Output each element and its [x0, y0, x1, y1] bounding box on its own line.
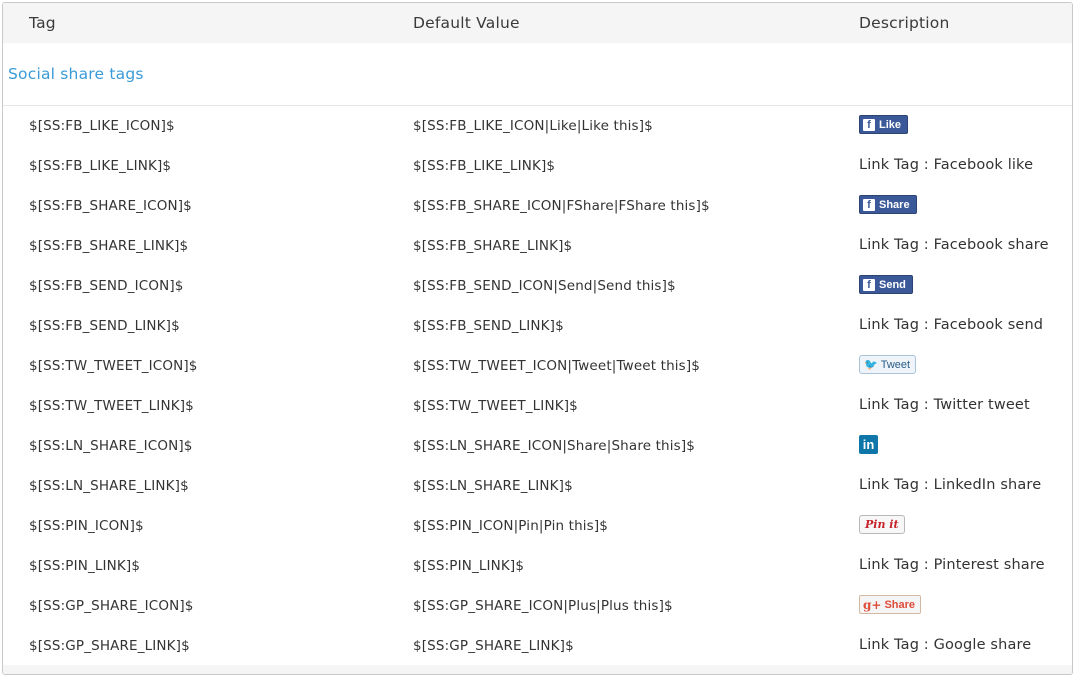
linkedin-icon[interactable]: in	[859, 435, 878, 454]
tag-cell: $[SS:FB_LIKE_ICON]$	[29, 118, 175, 134]
tag-cell: $[SS:FB_LIKE_LINK]$	[29, 158, 172, 174]
description-cell: Link Tag : Facebook share	[859, 237, 1049, 253]
badge-label: Like	[879, 118, 902, 131]
table-row: $[SS:GP_SHARE_ICON]$ $[SS:GP_SHARE_ICON|P…	[3, 586, 1072, 626]
table-row: $[SS:FB_SEND_ICON]$ $[SS:FB_SEND_ICON|Sen…	[3, 266, 1072, 306]
description-cell: Link Tag : Google share	[859, 637, 1032, 653]
default-value-cell: $[SS:PIN_LINK]$	[413, 558, 525, 574]
default-value-cell: $[SS:FB_SHARE_ICON|FShare|FShare this]$	[413, 198, 710, 214]
table-header: Tag Default Value Description	[3, 3, 1072, 43]
tag-cell: $[SS:TW_TWEET_LINK]$	[29, 398, 194, 414]
table-row: $[SS:TW_TWEET_LINK]$ $[SS:TW_TWEET_LINK]$…	[3, 386, 1072, 426]
table-row: $[SS:FB_SEND_LINK]$ $[SS:FB_SEND_LINK]$ Li…	[3, 306, 1072, 346]
badge-label: Tweet	[880, 358, 911, 371]
table-row: $[SS:GP_SHARE_LINK]$ $[SS:GP_SHARE_LINK]$…	[3, 626, 1072, 666]
default-value-cell: $[SS:FB_LIKE_ICON|Like|Like this]$	[413, 118, 653, 134]
section-title[interactable]: Social share tags	[8, 65, 144, 83]
default-value-cell: $[SS:LN_SHARE_LINK]$	[413, 478, 573, 494]
tag-cell: $[SS:FB_SHARE_LINK]$	[29, 238, 189, 254]
badge-label: Send	[879, 278, 906, 291]
column-header-tag: Tag	[29, 14, 56, 32]
table-row: $[SS:FB_SHARE_ICON]$ $[SS:FB_SHARE_ICON|F…	[3, 186, 1072, 226]
column-header-description: Description	[859, 14, 950, 32]
tag-cell: $[SS:PIN_LINK]$	[29, 558, 141, 574]
tag-cell: $[SS:FB_SHARE_ICON]$	[29, 198, 192, 214]
description-cell: Link Tag : LinkedIn share	[859, 477, 1042, 493]
table-row: $[SS:FB_LIKE_ICON]$ $[SS:FB_LIKE_ICON|Lik…	[3, 106, 1072, 146]
tag-cell: $[SS:PIN_ICON]$	[29, 518, 144, 534]
default-value-cell: $[SS:FB_SEND_LINK]$	[413, 318, 564, 334]
facebook-like-button[interactable]: f Like	[859, 115, 909, 134]
table-row: $[SS:FB_SHARE_LINK]$ $[SS:FB_SHARE_LINK]$…	[3, 226, 1072, 266]
table-row: $[SS:FB_LIKE_LINK]$ $[SS:FB_LIKE_LINK]$ Li…	[3, 146, 1072, 186]
facebook-send-button[interactable]: f Send	[859, 275, 913, 294]
table-row: $[SS:PIN_LINK]$ $[SS:PIN_LINK]$ Link Tag :…	[3, 546, 1072, 586]
twitter-bird-icon: 🐦	[864, 359, 878, 371]
google-plus-icon: g+	[863, 597, 882, 612]
default-value-cell: $[SS:TW_TWEET_LINK]$	[413, 398, 578, 414]
default-value-cell: $[SS:FB_SEND_ICON|Send|Send this]$	[413, 278, 676, 294]
pinterest-pinit-icon[interactable]: Pin it	[859, 515, 905, 534]
google-plus-share-button[interactable]: g+ Share	[859, 595, 922, 614]
tag-cell: $[SS:FB_SEND_LINK]$	[29, 318, 180, 334]
facebook-f-icon: f	[863, 198, 875, 211]
table-row: $[SS:TW_TWEET_ICON]$ $[SS:TW_TWEET_ICON|T…	[3, 346, 1072, 386]
table-footer	[3, 665, 1072, 674]
default-value-cell: $[SS:FB_SHARE_LINK]$	[413, 238, 573, 254]
table-row: $[SS:LN_SHARE_LINK]$ $[SS:LN_SHARE_LINK]$…	[3, 466, 1072, 506]
table-row: $[SS:PIN_ICON]$ $[SS:PIN_ICON|Pin|Pin thi…	[3, 506, 1072, 546]
column-header-default-value: Default Value	[413, 14, 520, 32]
tags-table: Tag Default Value Description Social sha…	[2, 2, 1073, 675]
default-value-cell: $[SS:PIN_ICON|Pin|Pin this]$	[413, 518, 609, 534]
description-cell: Link Tag : Facebook like	[859, 157, 1034, 173]
facebook-share-button[interactable]: f Share	[859, 195, 917, 214]
section-header: Social share tags	[3, 43, 1072, 106]
facebook-f-icon: f	[863, 278, 875, 291]
tag-cell: $[SS:FB_SEND_ICON]$	[29, 278, 184, 294]
table-row: $[SS:LN_SHARE_ICON]$ $[SS:LN_SHARE_ICON|S…	[3, 426, 1072, 466]
tag-cell: $[SS:LN_SHARE_LINK]$	[29, 478, 189, 494]
tag-cell: $[SS:GP_SHARE_LINK]$	[29, 638, 190, 654]
default-value-cell: $[SS:GP_SHARE_ICON|Plus|Plus this]$	[413, 598, 673, 614]
default-value-cell: $[SS:TW_TWEET_ICON|Tweet|Tweet this]$	[413, 358, 701, 374]
description-cell: Link Tag : Facebook send	[859, 317, 1044, 333]
description-cell: Link Tag : Pinterest share	[859, 557, 1045, 573]
tag-cell: $[SS:GP_SHARE_ICON]$	[29, 598, 194, 614]
badge-label: Share	[884, 598, 916, 611]
twitter-tweet-button[interactable]: 🐦 Tweet	[859, 355, 917, 374]
description-cell: Link Tag : Twitter tweet	[859, 397, 1030, 413]
tag-cell: $[SS:TW_TWEET_ICON]$	[29, 358, 198, 374]
default-value-cell: $[SS:GP_SHARE_LINK]$	[413, 638, 574, 654]
tag-cell: $[SS:LN_SHARE_ICON]$	[29, 438, 193, 454]
badge-label: Share	[879, 198, 910, 211]
default-value-cell: $[SS:LN_SHARE_ICON|Share|Share this]$	[413, 438, 696, 454]
facebook-f-icon: f	[863, 118, 875, 131]
default-value-cell: $[SS:FB_LIKE_LINK]$	[413, 158, 556, 174]
